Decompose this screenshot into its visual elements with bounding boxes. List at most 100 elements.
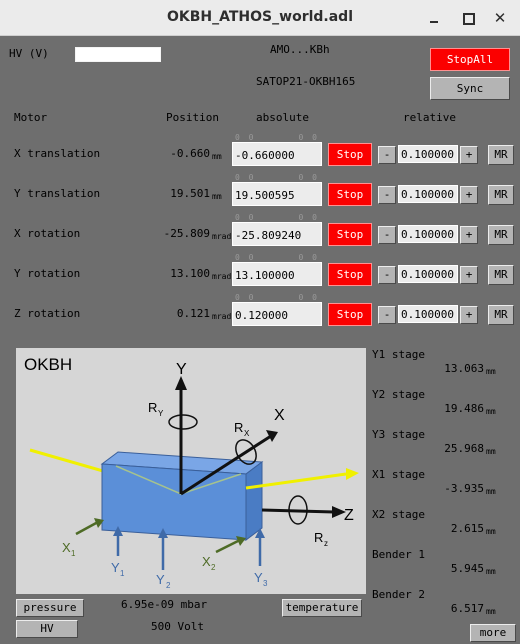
x1-actuator [75, 520, 99, 536]
mr-button[interactable]: MR [488, 305, 514, 325]
motor-name: Y rotation [14, 267, 81, 280]
stage-unit: mm [486, 567, 496, 576]
stop-button[interactable]: Stop [328, 183, 372, 206]
svg-text:2: 2 [166, 581, 171, 590]
diagram-title: OKBH [24, 355, 72, 374]
stage-value: 6.517 [450, 602, 484, 615]
stage-value: 5.945 [450, 562, 484, 575]
svg-text:R: R [148, 400, 157, 415]
svg-text:X: X [202, 554, 211, 569]
sync-button[interactable]: Sync [430, 77, 510, 100]
maximize-icon[interactable] [458, 8, 478, 28]
stage-unit: mm [486, 407, 496, 416]
relative-column-header: relative [403, 111, 456, 124]
decrement-button[interactable]: - [378, 146, 396, 164]
motor-position: -25.809 [163, 227, 210, 240]
absolute-column-header: absolute [256, 111, 309, 124]
motor-position-unit: mm [212, 152, 222, 161]
stop-button[interactable]: Stop [328, 263, 372, 286]
hv-button[interactable]: HV [16, 620, 78, 638]
absolute-input[interactable]: 0 00 0 -25.809240 [232, 213, 322, 246]
svg-text:X: X [62, 540, 71, 555]
svg-text:R: R [234, 420, 243, 435]
stage-name: Y3 stage [372, 428, 425, 441]
hv-label: HV (V) [9, 47, 49, 60]
svg-text:Y: Y [111, 560, 120, 575]
system-name: SATOP21-OKBH165 [256, 75, 356, 88]
mr-button[interactable]: MR [488, 225, 514, 245]
stage-value: 2.615 [450, 522, 484, 535]
increment-button[interactable]: + [460, 186, 478, 204]
absolute-input[interactable]: 0 00 0 19.500595 [232, 173, 322, 206]
increment-button[interactable]: + [460, 226, 478, 244]
stage-name: Bender 2 [372, 588, 425, 601]
relative-step-input[interactable]: 0.100000 [398, 145, 458, 163]
stage-value: -3.935 [444, 482, 484, 495]
stage-unit: mm [486, 527, 496, 536]
decrement-button[interactable]: - [378, 306, 396, 324]
increment-button[interactable]: + [460, 266, 478, 284]
stop-all-button[interactable]: StopAll [430, 48, 510, 71]
pressure-value: 6.95e-09 mbar [121, 598, 208, 611]
stop-button[interactable]: Stop [328, 303, 372, 326]
minimize-icon[interactable] [424, 8, 444, 28]
more-button[interactable]: more [470, 624, 516, 642]
motor-position: 13.100 [170, 267, 210, 280]
relative-step-input[interactable]: 0.100000 [398, 225, 458, 243]
motor-name: X rotation [14, 227, 81, 240]
increment-button[interactable]: + [460, 146, 478, 164]
motor-position: -0.660 [170, 147, 210, 160]
motor-position: 19.501 [170, 187, 210, 200]
motor-column-header: Motor [14, 111, 48, 124]
stage-value: 25.968 [444, 442, 484, 455]
absolute-input[interactable]: 0 00 0 13.100000 [232, 253, 322, 286]
stage-unit: mm [486, 367, 496, 376]
motor-position-unit: mm [212, 192, 222, 201]
motor-name: Z rotation [14, 307, 81, 320]
absolute-input[interactable]: 0 00 0 -0.660000 [232, 133, 322, 166]
svg-text:2: 2 [211, 563, 216, 572]
stage-name: Y2 stage [372, 388, 425, 401]
motor-position-unit: mrad [212, 272, 232, 281]
stage-unit: mm [486, 447, 496, 456]
increment-button[interactable]: + [460, 306, 478, 324]
stop-button[interactable]: Stop [328, 223, 372, 246]
stage-name: X2 stage [372, 508, 425, 521]
absolute-input[interactable]: 0 00 0 0.120000 [232, 293, 322, 326]
stage-unit: mm [486, 487, 496, 496]
stage-name: Y1 stage [372, 348, 425, 361]
hv-readback [75, 47, 161, 62]
stop-button[interactable]: Stop [328, 143, 372, 166]
svg-text:X: X [274, 407, 285, 424]
svg-text:z: z [324, 539, 328, 548]
motor-position-unit: mrad [212, 232, 232, 241]
motor-name: X translation [14, 147, 101, 160]
pressure-button[interactable]: pressure [16, 599, 84, 617]
temperature-button[interactable]: temperature [282, 599, 362, 617]
relative-step-input[interactable]: 0.100000 [398, 185, 458, 203]
motor-position-unit: mrad [212, 312, 232, 321]
svg-text:Y: Y [176, 361, 187, 378]
x2-actuator [215, 538, 241, 554]
relative-step-input[interactable]: 0.100000 [398, 305, 458, 323]
mr-button[interactable]: MR [488, 185, 514, 205]
okbh-mirror-diagram: OKBH Y R Y X R X Z R z X 1 X 2 Y 1 Y 2 Y… [16, 348, 366, 594]
device-name: AMO...KBh [270, 43, 330, 56]
z-axis-arrow [261, 508, 335, 514]
svg-text:1: 1 [120, 569, 125, 578]
decrement-button[interactable]: - [378, 186, 396, 204]
close-icon[interactable]: ✕ [490, 8, 510, 28]
mr-button[interactable]: MR [488, 145, 514, 165]
svg-text:1: 1 [71, 549, 76, 558]
motor-position: 0.121 [176, 307, 210, 320]
mr-button[interactable]: MR [488, 265, 514, 285]
stage-name: X1 stage [372, 468, 425, 481]
position-column-header: Position [166, 111, 219, 124]
stage-value: 13.063 [444, 362, 484, 375]
stage-name: Bender 1 [372, 548, 425, 561]
decrement-button[interactable]: - [378, 226, 396, 244]
decrement-button[interactable]: - [378, 266, 396, 284]
svg-text:3: 3 [263, 579, 268, 588]
relative-step-input[interactable]: 0.100000 [398, 265, 458, 283]
svg-text:Y: Y [254, 570, 263, 585]
